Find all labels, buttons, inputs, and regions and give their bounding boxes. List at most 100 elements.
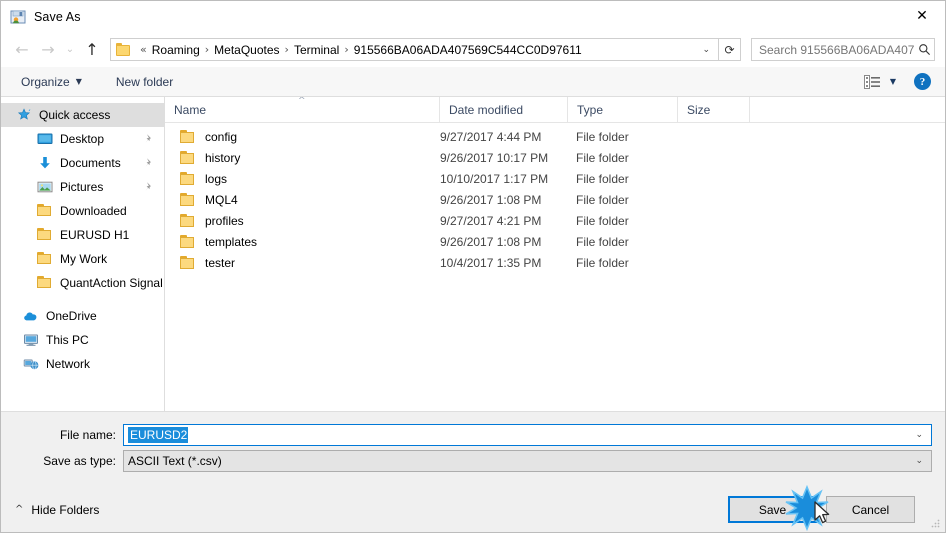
sidebar-item-onedrive[interactable]: OneDrive bbox=[1, 304, 164, 328]
view-layout-icon[interactable] bbox=[863, 74, 881, 89]
table-row[interactable]: logs 10/10/2017 1:17 PM File folder bbox=[165, 168, 945, 189]
file-type: File folder bbox=[576, 234, 629, 249]
desktop-icon bbox=[37, 131, 53, 147]
breadcrumb-separator: › bbox=[204, 43, 210, 56]
folder-icon bbox=[37, 227, 53, 243]
column-header-filler bbox=[749, 96, 945, 123]
sidebar-item-documents[interactable]: Documents bbox=[1, 151, 164, 175]
recent-locations-button[interactable]: ⌄ bbox=[61, 37, 79, 63]
table-row[interactable]: history 9/26/2017 10:17 PM File folder bbox=[165, 147, 945, 168]
search-input[interactable]: Search 915566BA06ADA40756... bbox=[752, 43, 914, 57]
pictures-icon bbox=[37, 179, 53, 195]
sidebar-item-eurusd-h1[interactable]: EURUSD H1 bbox=[1, 223, 164, 247]
file-type: File folder bbox=[576, 129, 629, 144]
address-dropdown-icon[interactable]: ⌄ bbox=[696, 45, 718, 55]
title-bar: Save As ✕ bbox=[1, 1, 945, 32]
file-name-cell: config bbox=[165, 130, 439, 144]
new-folder-button[interactable]: New folder bbox=[110, 72, 179, 92]
sidebar-item-quick-access[interactable]: Quick access bbox=[1, 103, 164, 127]
sidebar-item-label: Downloaded bbox=[60, 204, 127, 218]
sidebar-item-desktop[interactable]: Desktop bbox=[1, 127, 164, 151]
file-date: 9/26/2017 10:17 PM bbox=[440, 150, 549, 165]
save-form: File name: EURUSD2 ⌄ Save as type: ASCII… bbox=[1, 411, 945, 486]
file-rows: config 9/27/2017 4:44 PM File folder his… bbox=[165, 123, 945, 411]
file-type: File folder bbox=[576, 213, 629, 228]
file-name-value: EURUSD2 bbox=[124, 427, 189, 443]
column-header-type[interactable]: Type bbox=[567, 96, 677, 123]
folder-icon bbox=[37, 275, 53, 291]
column-header-date-modified[interactable]: Date modified bbox=[439, 96, 567, 123]
file-name-row: File name: EURUSD2 ⌄ bbox=[1, 424, 945, 446]
search-icon bbox=[914, 43, 934, 56]
sidebar-item-downloaded[interactable]: Downloaded bbox=[1, 199, 164, 223]
table-row[interactable]: config 9/27/2017 4:44 PM File folder bbox=[165, 126, 945, 147]
sidebar-item-network[interactable]: Network bbox=[1, 352, 164, 376]
table-row[interactable]: tester 10/4/2017 1:35 PM File folder bbox=[165, 252, 945, 273]
sidebar-item-label: Quick access bbox=[39, 108, 111, 122]
column-label: Name bbox=[174, 102, 207, 117]
organize-button[interactable]: Organize ▼ bbox=[15, 72, 88, 92]
forward-button[interactable]: → bbox=[35, 37, 61, 63]
dialog-body: Quick access Desktop Documents Pictures … bbox=[1, 96, 945, 411]
save-as-type-value: ASCII Text (*.csv) bbox=[128, 454, 222, 468]
file-type: File folder bbox=[576, 171, 629, 186]
table-row[interactable]: profiles 9/27/2017 4:21 PM File folder bbox=[165, 210, 945, 231]
file-name: MQL4 bbox=[205, 192, 238, 207]
table-row[interactable]: MQL4 9/26/2017 1:08 PM File folder bbox=[165, 189, 945, 210]
folder-icon bbox=[180, 214, 196, 228]
sidebar-item-this-pc[interactable]: This PC bbox=[1, 328, 164, 352]
save-as-type-select[interactable]: ASCII Text (*.csv) ⌄ bbox=[123, 450, 932, 472]
sidebar-item-label: Documents bbox=[60, 156, 121, 170]
close-button[interactable]: ✕ bbox=[899, 1, 945, 31]
sidebar-item-label: This PC bbox=[46, 333, 89, 347]
file-name-input[interactable]: EURUSD2 ⌄ bbox=[123, 424, 932, 446]
back-button[interactable]: ← bbox=[9, 37, 35, 63]
chevron-down-icon[interactable]: ⌄ bbox=[915, 430, 923, 440]
file-name-label: File name: bbox=[59, 428, 116, 442]
save-as-dialog: Save As ✕ ← → ⌄ ↑ « Roaming › MetaQuotes… bbox=[0, 0, 946, 533]
star-icon bbox=[16, 107, 32, 123]
file-type: File folder bbox=[576, 150, 629, 165]
breadcrumb-separator: › bbox=[284, 43, 289, 56]
file-name: profiles bbox=[205, 213, 244, 228]
save-as-icon bbox=[10, 9, 26, 25]
help-icon[interactable]: ? bbox=[914, 73, 931, 90]
pin-icon bbox=[143, 133, 154, 144]
breadcrumb-item-roaming[interactable]: Roaming bbox=[152, 43, 200, 57]
cancel-button[interactable]: Cancel bbox=[826, 496, 915, 523]
refresh-button[interactable]: ⟳ bbox=[719, 38, 741, 61]
file-date: 9/27/2017 4:21 PM bbox=[440, 213, 542, 228]
file-type: File folder bbox=[576, 255, 629, 270]
chevron-down-icon[interactable]: ⌄ bbox=[915, 456, 923, 466]
this-pc-icon bbox=[23, 332, 39, 348]
up-button[interactable]: ↑ bbox=[79, 37, 105, 63]
close-icon: ✕ bbox=[916, 8, 928, 24]
resize-grip[interactable] bbox=[930, 518, 941, 529]
breadcrumb-item-terminal[interactable]: Terminal bbox=[294, 43, 339, 57]
sidebar-item-my-work[interactable]: My Work bbox=[1, 247, 164, 271]
folder-icon bbox=[180, 151, 196, 165]
column-headers: Name ^ Date modified Type Size bbox=[165, 96, 945, 123]
chevron-down-icon: ▼ bbox=[75, 77, 82, 86]
address-bar[interactable]: « Roaming › MetaQuotes › Terminal › 9155… bbox=[110, 38, 719, 61]
command-bar: Organize ▼ New folder ▼ ? bbox=[1, 67, 945, 97]
hide-folders-button[interactable]: ^ Hide Folders bbox=[15, 503, 99, 517]
save-button[interactable]: Save bbox=[728, 496, 817, 523]
folder-icon bbox=[180, 130, 196, 144]
breadcrumb-item-terminal-id[interactable]: 915566BA06ADA407569C544CC0D97611 bbox=[354, 43, 582, 57]
arrow-up-icon: ↑ bbox=[85, 39, 99, 59]
breadcrumb-leading-separator: « bbox=[140, 43, 147, 56]
file-name-cell: profiles bbox=[165, 214, 439, 228]
sort-ascending-icon: ^ bbox=[298, 96, 306, 106]
file-name-cell: history bbox=[165, 151, 439, 165]
sidebar-item-label: EURUSD H1 bbox=[60, 228, 130, 242]
column-header-size[interactable]: Size bbox=[677, 96, 749, 123]
sidebar-item-quantaction-signal[interactable]: QuantAction Signal bbox=[1, 271, 164, 295]
folder-icon bbox=[180, 172, 196, 186]
sidebar-item-pictures[interactable]: Pictures bbox=[1, 175, 164, 199]
search-box[interactable]: Search 915566BA06ADA40756... bbox=[751, 38, 935, 61]
table-row[interactable]: templates 9/26/2017 1:08 PM File folder bbox=[165, 231, 945, 252]
column-header-name[interactable]: Name ^ bbox=[165, 97, 439, 123]
breadcrumb-item-metaquotes[interactable]: MetaQuotes bbox=[214, 43, 279, 57]
view-dropdown-icon[interactable]: ▼ bbox=[890, 77, 896, 86]
